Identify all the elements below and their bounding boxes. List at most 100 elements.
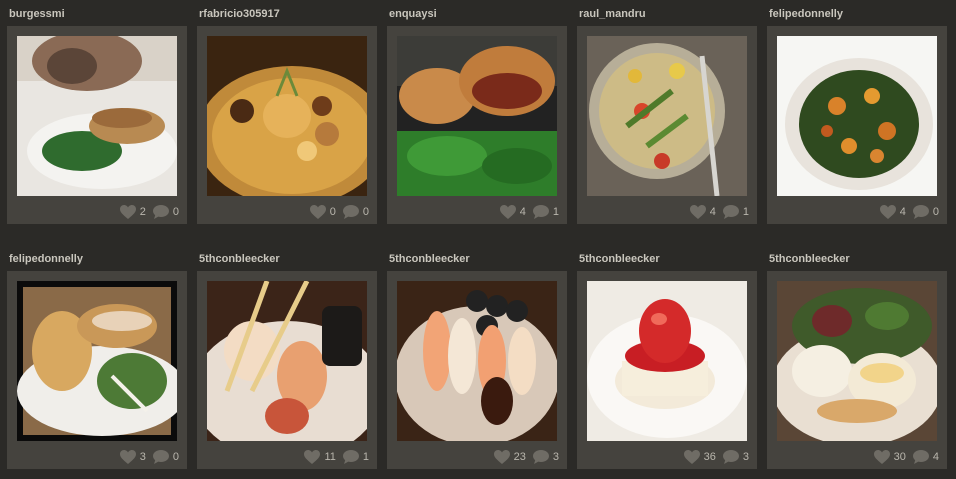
photo-username[interactable]: enquaysi — [389, 6, 437, 22]
photo-username[interactable]: 5thconbleecker — [579, 251, 660, 267]
food-photo-image — [207, 36, 367, 196]
speech-bubble-icon — [342, 205, 359, 219]
food-photo-image — [207, 281, 367, 441]
like-count: 2 — [139, 206, 146, 218]
photo-stats: 3 0 — [119, 449, 179, 465]
photo-username[interactable]: felipedonnelly — [769, 6, 843, 22]
photo-stats: 23 3 — [493, 449, 559, 465]
heart-icon — [304, 450, 321, 464]
like-count: 4 — [519, 206, 526, 218]
photo-username[interactable]: raul_mandru — [579, 6, 646, 22]
comment-button[interactable]: 3 — [532, 449, 559, 465]
speech-bubble-icon — [912, 205, 929, 219]
comment-button[interactable]: 0 — [342, 204, 369, 220]
speech-bubble-icon — [722, 450, 739, 464]
like-count: 0 — [329, 206, 336, 218]
comment-count: 1 — [362, 451, 369, 463]
photo-stats: 4 1 — [689, 204, 749, 220]
heart-icon — [499, 205, 516, 219]
like-button[interactable]: 2 — [119, 204, 146, 220]
heart-icon — [689, 205, 706, 219]
photo-stats: 2 0 — [119, 204, 179, 220]
photo-stats: 36 3 — [683, 449, 749, 465]
food-photo-image — [17, 281, 177, 441]
food-photo[interactable] — [587, 281, 747, 441]
like-button[interactable]: 4 — [499, 204, 526, 220]
comment-count: 3 — [552, 451, 559, 463]
comment-button[interactable]: 0 — [152, 449, 179, 465]
comment-count: 0 — [172, 451, 179, 463]
food-photo[interactable] — [17, 281, 177, 441]
comment-count: 3 — [742, 451, 749, 463]
food-photo-image — [397, 281, 557, 441]
comment-button[interactable]: 1 — [532, 204, 559, 220]
photo-username[interactable]: 5thconbleecker — [389, 251, 470, 267]
photo-card-body: 4 1 — [387, 26, 567, 224]
photo-username[interactable]: burgessmi — [9, 6, 65, 22]
speech-bubble-icon — [722, 205, 739, 219]
comment-button[interactable]: 3 — [722, 449, 749, 465]
like-button[interactable]: 11 — [303, 449, 336, 465]
like-button[interactable]: 3 — [119, 449, 146, 465]
photo-card-body: 4 0 — [767, 26, 947, 224]
heart-icon — [493, 450, 510, 464]
photo-card-body: 4 1 — [577, 26, 757, 224]
food-photo-image — [587, 36, 747, 196]
photo-username[interactable]: rfabricio305917 — [199, 6, 280, 22]
like-count: 23 — [513, 451, 526, 463]
like-count: 11 — [324, 451, 336, 463]
food-photo[interactable] — [397, 36, 557, 196]
food-photo[interactable] — [587, 36, 747, 196]
photo-stats: 30 4 — [873, 449, 939, 465]
heart-icon — [309, 205, 326, 219]
like-count: 3 — [139, 451, 146, 463]
heart-icon — [873, 450, 890, 464]
like-button[interactable]: 0 — [309, 204, 336, 220]
photo-card-body: 3 0 — [7, 271, 187, 469]
comment-count: 0 — [932, 206, 939, 218]
food-photo[interactable] — [777, 281, 937, 441]
like-button[interactable]: 4 — [879, 204, 906, 220]
photo-card-body: 30 4 — [767, 271, 947, 469]
like-count: 36 — [703, 451, 716, 463]
photo-card-body: 2 0 — [7, 26, 187, 224]
food-photo[interactable] — [207, 281, 367, 441]
photo-username[interactable]: 5thconbleecker — [199, 251, 280, 267]
speech-bubble-icon — [342, 450, 359, 464]
like-button[interactable]: 30 — [873, 449, 906, 465]
comment-button[interactable]: 0 — [912, 204, 939, 220]
heart-icon — [119, 205, 136, 219]
like-button[interactable]: 4 — [689, 204, 716, 220]
food-photo[interactable] — [397, 281, 557, 441]
photo-card-body: 11 1 — [197, 271, 377, 469]
food-photo-image — [17, 36, 177, 196]
like-count: 4 — [709, 206, 716, 218]
food-photo-image — [777, 36, 937, 196]
comment-button[interactable]: 1 — [722, 204, 749, 220]
food-photo-image — [397, 36, 557, 196]
comment-count: 1 — [742, 206, 749, 218]
photo-username[interactable]: 5thconbleecker — [769, 251, 850, 267]
like-button[interactable]: 36 — [683, 449, 716, 465]
comment-count: 0 — [362, 206, 369, 218]
speech-bubble-icon — [532, 450, 549, 464]
comment-count: 0 — [172, 206, 179, 218]
food-photo[interactable] — [207, 36, 367, 196]
comment-button[interactable]: 1 — [342, 449, 369, 465]
speech-bubble-icon — [532, 205, 549, 219]
photo-stats: 0 0 — [309, 204, 369, 220]
photo-card-body: 0 0 — [197, 26, 377, 224]
photo-card-body: 36 3 — [577, 271, 757, 469]
heart-icon — [879, 205, 896, 219]
food-photo[interactable] — [17, 36, 177, 196]
comment-button[interactable]: 0 — [152, 204, 179, 220]
photo-username[interactable]: felipedonnelly — [9, 251, 83, 267]
food-photo-image — [777, 281, 937, 441]
food-photo[interactable] — [777, 36, 937, 196]
speech-bubble-icon — [912, 450, 929, 464]
comment-count: 1 — [552, 206, 559, 218]
photo-stats: 11 1 — [303, 449, 369, 465]
heart-icon — [683, 450, 700, 464]
like-button[interactable]: 23 — [493, 449, 526, 465]
comment-button[interactable]: 4 — [912, 449, 939, 465]
